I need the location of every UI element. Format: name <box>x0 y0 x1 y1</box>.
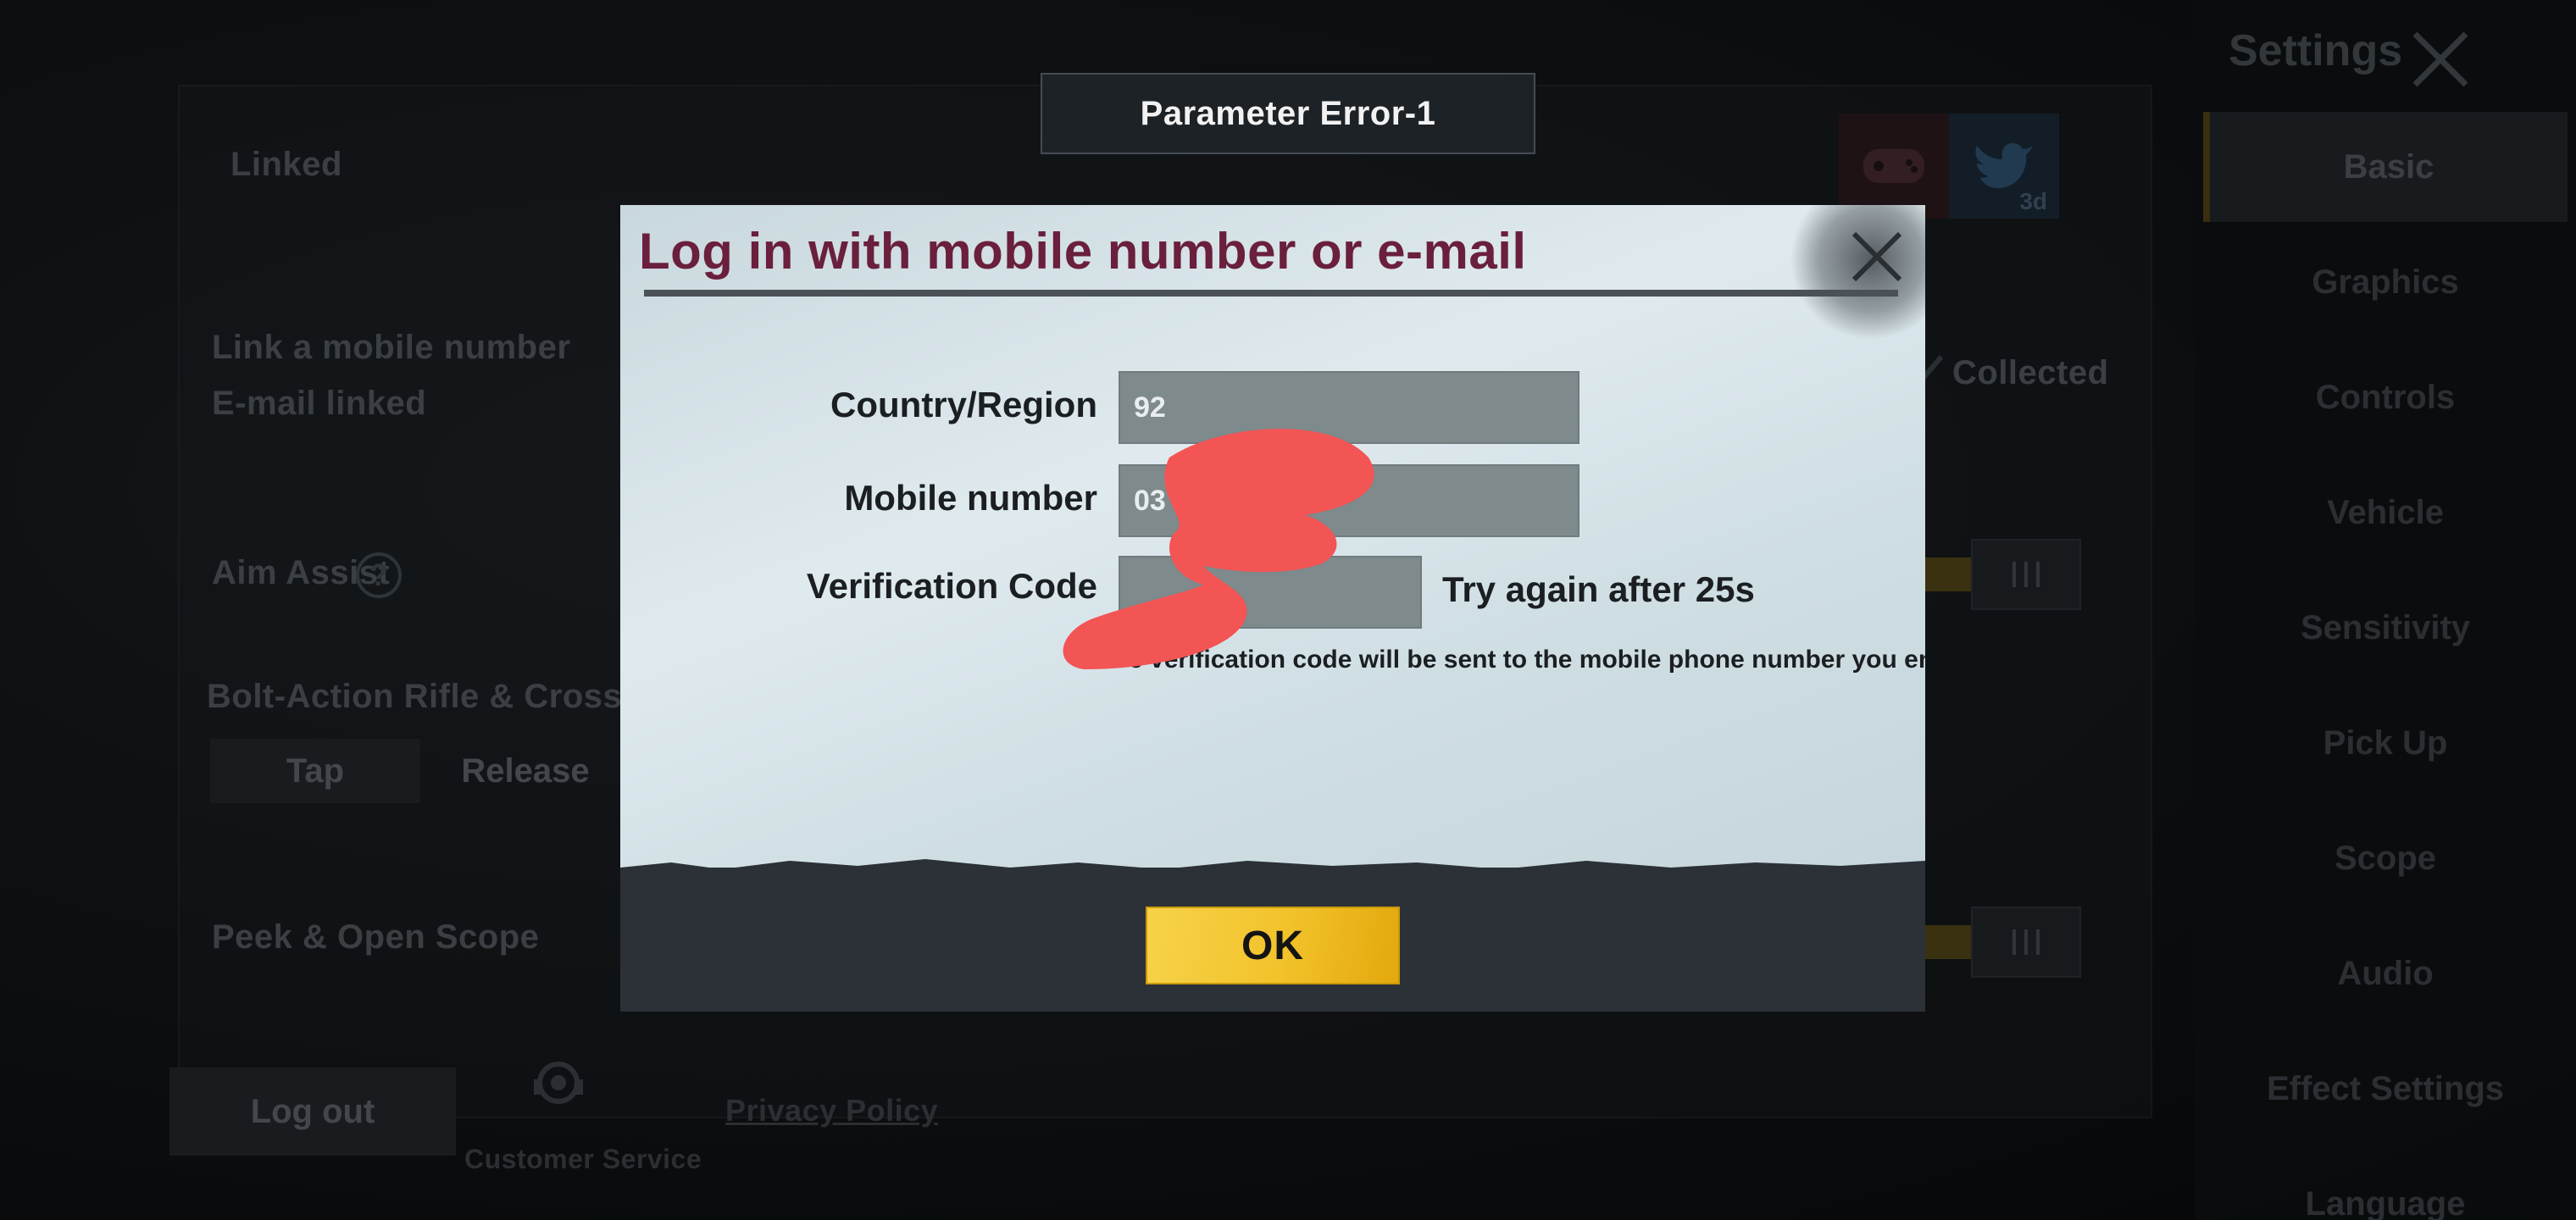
dialog-header: Log in with mobile number or e-mail <box>620 205 1925 303</box>
country-region-label: Country/Region <box>830 385 1097 424</box>
title-divider <box>644 290 1898 297</box>
close-icon[interactable] <box>1840 220 1913 293</box>
error-toast: Parameter Error-1 <box>1041 73 1535 154</box>
dialog-title: Log in with mobile number or e-mail <box>639 223 1527 280</box>
mobile-number-field[interactable]: 03 <box>1119 464 1579 537</box>
country-region-field[interactable]: 92 <box>1119 371 1579 444</box>
ok-button[interactable]: OK <box>1146 907 1400 984</box>
verification-code-label: Verification Code <box>806 566 1097 606</box>
verification-hint: e verification code will be sent to the … <box>1129 646 1925 674</box>
login-dialog: Log in with mobile number or e-mail Coun… <box>620 205 1925 1012</box>
resend-countdown: Try again after 25s <box>1442 569 1755 609</box>
verification-code-field[interactable] <box>1119 556 1422 629</box>
mobile-number-label: Mobile number <box>844 478 1097 518</box>
